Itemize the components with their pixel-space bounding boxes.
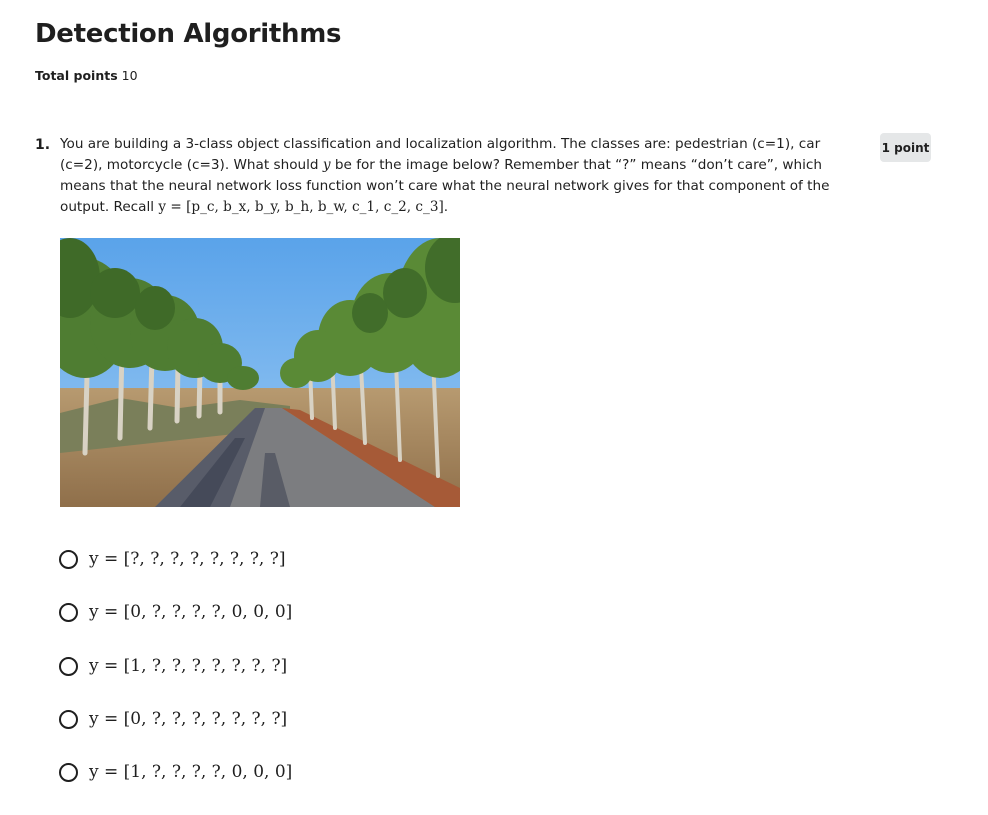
question-text: You are building a 3-class object classi… [60,134,830,218]
tree-lined-road-photo [60,238,460,507]
answer-option-1[interactable]: y = [?, ?, ?, ?, ?, ?, ?, ?] [59,548,286,570]
radio-button-3[interactable] [59,656,78,676]
page-title: Detection Algorithms [35,19,342,49]
total-points-value: 10 [121,68,138,83]
answer-option-4[interactable]: y = [0, ?, ?, ?, ?, ?, ?, ?] [59,708,287,730]
question-variable: y [322,157,331,173]
radio-button-1[interactable] [59,549,78,569]
answer-option-3[interactable]: y = [1, ?, ?, ?, ?, ?, ?, ?] [59,655,287,677]
radio-button-2[interactable] [59,602,78,622]
answer-option-5[interactable]: y = [1, ?, ?, ?, ?, 0, 0, 0] [59,761,292,783]
question-number: 1. [35,137,51,153]
answer-option-3-label: y = [1, ?, ?, ?, ?, ?, ?, ?] [89,656,288,676]
answer-option-2[interactable]: y = [0, ?, ?, ?, ?, 0, 0, 0] [59,601,292,623]
answer-option-2-label: y = [0, ?, ?, ?, ?, 0, 0, 0] [89,602,293,622]
question-formula: y = [p_c, b_x, b_y, b_h, b_w, c_1, c_2, … [158,199,444,215]
total-points: Total points 10 [35,68,138,83]
total-points-label: Total points [35,68,118,83]
answer-option-5-label: y = [1, ?, ?, ?, ?, 0, 0, 0] [89,762,293,782]
answer-option-1-label: y = [?, ?, ?, ?, ?, ?, ?, ?] [89,549,286,569]
radio-button-4[interactable] [59,709,78,729]
points-badge: 1 point [880,133,931,162]
formula-suffix: . [443,199,449,215]
radio-button-5[interactable] [59,762,78,782]
answer-option-4-label: y = [0, ?, ?, ?, ?, ?, ?, ?] [89,709,288,729]
